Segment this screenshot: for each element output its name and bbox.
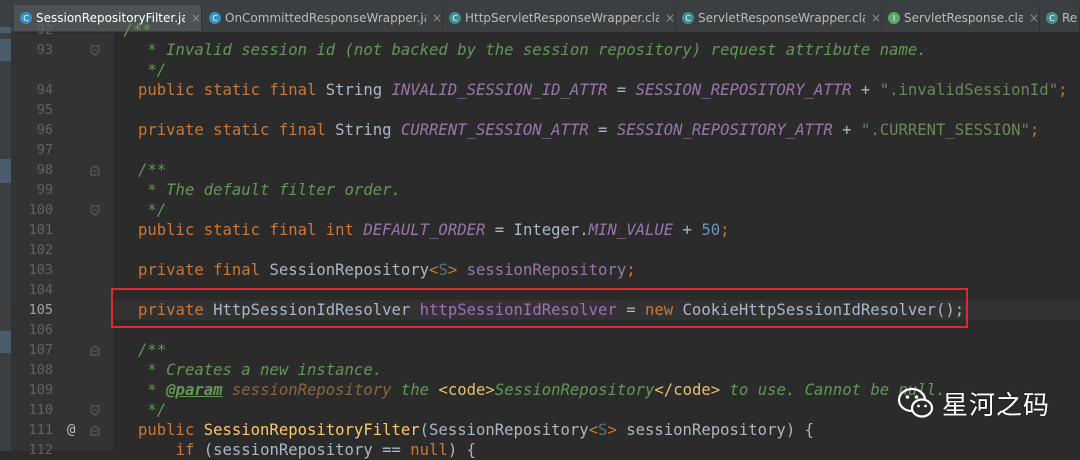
highlight-box [111, 288, 968, 328]
code-line: public static final String INVALID_SESSI… [138, 81, 1068, 99]
strip-marker [0, 331, 11, 353]
gutter-line: 108 [11, 360, 114, 380]
code-line: public static final int DEFAULT_ORDER = … [138, 221, 730, 239]
line-number: 108 [28, 362, 53, 378]
line-number: 104 [28, 282, 53, 298]
gutter-line: 110 [11, 400, 114, 420]
gutter-line-current: 105 [11, 300, 114, 320]
line-number: 102 [28, 242, 53, 258]
left-tool-strip [0, 27, 11, 451]
gutter-line: 101 [11, 220, 114, 240]
gutter-line: 102 [11, 240, 114, 260]
gutter-line: 95 [11, 100, 114, 120]
strip-marker [0, 27, 11, 33]
gutter-line: 99 [11, 180, 114, 200]
line-number: 112 [28, 442, 53, 458]
fold-start-icon[interactable] [90, 425, 100, 436]
gutter-line: 100 [11, 200, 114, 220]
line-number: 101 [28, 222, 53, 238]
code-line: private static final String CURRENT_SESS… [138, 121, 1040, 139]
code-line: /** [138, 161, 167, 179]
annotation-marker[interactable]: @ [67, 420, 75, 440]
fold-end-icon[interactable] [90, 205, 100, 216]
code-line: */ [138, 61, 167, 79]
gutter-line: 103 [11, 260, 114, 280]
watermark-text: 星河之码 [942, 390, 1051, 421]
code-line: * Creates a new instance. [138, 361, 383, 379]
line-number: 111 [28, 422, 53, 438]
line-number: 93 [36, 42, 53, 58]
fold-start-icon[interactable] [90, 165, 100, 176]
line-number: 100 [28, 202, 53, 218]
line-number: 105 [28, 302, 53, 318]
gutter-line: 109 [11, 380, 114, 400]
fold-end-icon[interactable] [90, 405, 100, 416]
gutter-line: 106 [11, 320, 114, 340]
code-line: if (sessionRepository == null) { [175, 441, 477, 459]
gutter-line: 112 [11, 440, 114, 460]
gutter-line: 93 [11, 40, 114, 60]
wechat-icon [897, 387, 934, 418]
gutter-line: 111 @ [11, 420, 114, 440]
gutter-line: 104 [11, 280, 114, 300]
code-line: public SessionRepositoryFilter(SessionRe… [138, 421, 814, 439]
gutter-line: 94 [11, 80, 114, 100]
line-number: 92 [36, 22, 53, 38]
line-number: 98 [36, 162, 53, 178]
strip-marker [0, 39, 11, 61]
line-number: 96 [36, 122, 53, 138]
code-line: * The default filter order. [138, 181, 401, 199]
code-line: /** [138, 341, 167, 359]
line-number: 94 [36, 82, 53, 98]
line-number: 97 [36, 142, 53, 158]
code-line: /** [114, 21, 152, 39]
gutter-line: 107 [11, 340, 114, 360]
gutter-line: 96 [11, 120, 114, 140]
strip-marker [0, 159, 11, 183]
line-number: 110 [28, 402, 53, 418]
line-number: 107 [28, 342, 53, 358]
gutter-line: 92 [11, 20, 114, 40]
line-number: 106 [28, 322, 53, 338]
gutter-line: 98 [11, 160, 114, 180]
line-number: 99 [36, 182, 53, 198]
gutter-line: 97 [11, 140, 114, 160]
line-number: 109 [28, 382, 53, 398]
fold-start-icon[interactable] [90, 345, 100, 356]
code-line: */ [138, 201, 167, 219]
line-number: 103 [28, 262, 53, 278]
fold-end-icon[interactable] [90, 45, 100, 56]
code-line: * Invalid session id (not backed by the … [138, 41, 927, 59]
code-line: private final SessionRepository<S> sessi… [138, 261, 636, 279]
watermark: 星河之码 [896, 383, 1050, 423]
line-number-gutter: 92 93 94 95 96 97 98 99 100 101 102 103 … [11, 22, 114, 458]
line-number: 95 [36, 102, 53, 118]
